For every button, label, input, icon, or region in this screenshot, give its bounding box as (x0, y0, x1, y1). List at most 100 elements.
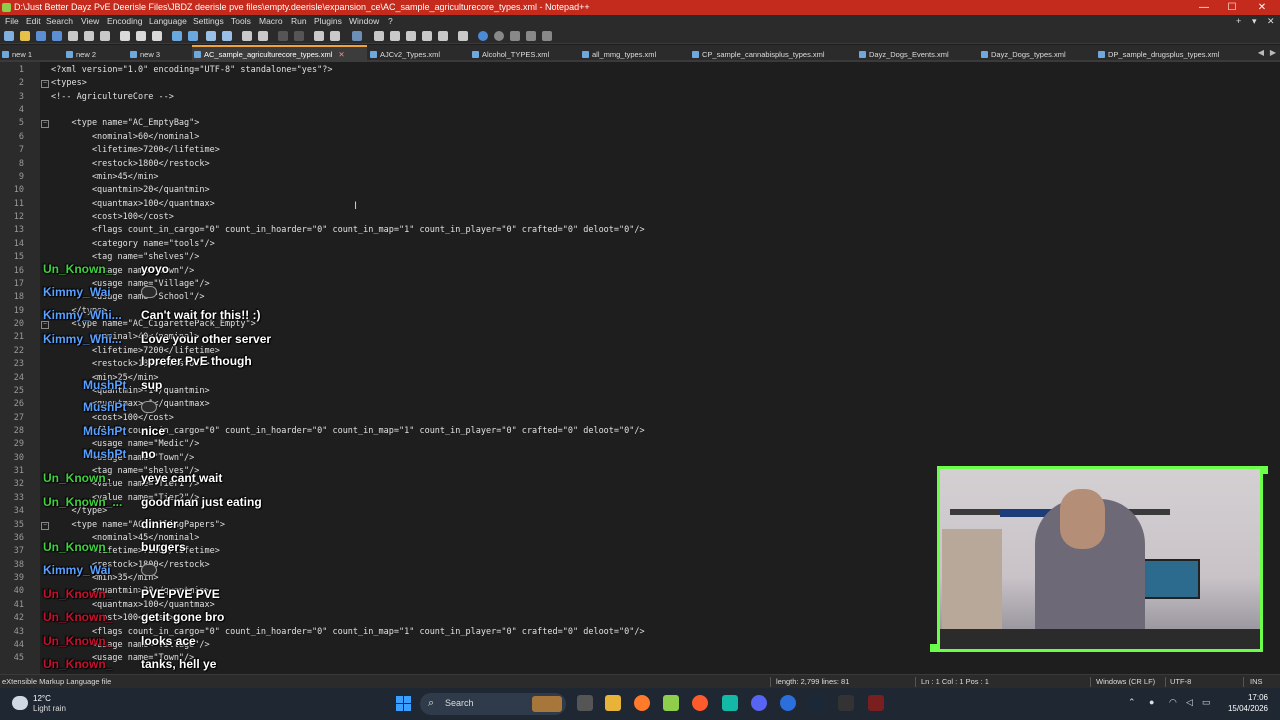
maximize-button[interactable]: ☐ (1218, 0, 1246, 15)
menu-file[interactable]: File (5, 15, 19, 28)
start-button[interactable] (396, 696, 412, 712)
paste-icon[interactable] (152, 31, 162, 41)
tab-dayz-dogs-types[interactable]: Dayz_Dogs_types.xml (979, 47, 1095, 62)
weather-cloud-icon[interactable] (12, 696, 28, 710)
menu-tools[interactable]: Tools (231, 15, 251, 28)
code-line[interactable]: <nominal>60</nominal> (51, 132, 199, 142)
code-line[interactable]: <restock>1800</restock> (51, 159, 210, 169)
code-line[interactable]: <type name="AC_RollingPapers"> (51, 520, 225, 530)
tray-overflow-icon[interactable]: ⌃ (1128, 697, 1136, 708)
cut-icon[interactable] (120, 31, 130, 41)
tab-new-3[interactable]: new 3 (128, 47, 190, 62)
open-file-icon[interactable] (20, 31, 30, 41)
macro-play-icon[interactable] (478, 31, 488, 41)
file-explorer-icon[interactable] (605, 695, 621, 711)
code-line[interactable]: <!-- AgricultureCore --> (51, 92, 174, 102)
app-green-icon[interactable] (722, 695, 738, 711)
close-all-icon[interactable] (84, 31, 94, 41)
steam-icon[interactable] (809, 695, 825, 711)
undo-icon[interactable] (172, 31, 182, 41)
fold-toggle-icon[interactable]: − (41, 321, 49, 330)
macro-run-icon[interactable] (510, 31, 520, 41)
code-line[interactable]: <lifetime>7200</lifetime> (51, 145, 220, 155)
code-line[interactable]: <category name="tools"/> (51, 239, 215, 249)
tab-scroll-right-icon[interactable]: ▶ (1268, 48, 1278, 58)
redo-icon[interactable] (188, 31, 198, 41)
code-line[interactable]: <cost>100</cost> (51, 212, 174, 222)
firefox-2-icon[interactable] (692, 695, 708, 711)
new-file-icon[interactable] (4, 31, 14, 41)
status-insert-mode[interactable]: INS (1250, 675, 1263, 689)
dayz-icon[interactable] (838, 695, 854, 711)
taskbar-clock[interactable]: 17:06 (1222, 693, 1268, 702)
show-symbols-icon[interactable] (330, 31, 340, 41)
notepadpp-taskbar-icon[interactable] (663, 695, 679, 711)
menu-window[interactable]: Window (349, 15, 379, 28)
tab-alcohol-types[interactable]: Alcohol_TYPES.xml (470, 47, 580, 62)
firefox-icon[interactable] (634, 695, 650, 711)
code-line[interactable]: <tag name="shelves"/> (51, 252, 199, 262)
task-view-icon[interactable] (577, 695, 593, 711)
code-line[interactable]: <quantmin>-1</quantmin> (51, 386, 210, 396)
menu-help[interactable]: ? (388, 15, 393, 28)
wifi-icon[interactable]: ◠ (1169, 697, 1177, 708)
code-line[interactable]: <quantmax>100</quantmax> (51, 199, 215, 209)
save-all-icon[interactable] (52, 31, 62, 41)
code-line[interactable]: <min>45</min> (51, 172, 159, 182)
zoom-out-icon[interactable] (258, 31, 268, 41)
save-icon[interactable] (36, 31, 46, 41)
print-icon[interactable] (100, 31, 110, 41)
code-line[interactable]: <quantmax>100</quantmax> (51, 600, 215, 610)
volume-icon[interactable]: ◁ (1186, 697, 1193, 708)
code-line[interactable]: <type name="AC_EmptyBag"> (51, 118, 199, 128)
function-list-icon[interactable] (406, 31, 416, 41)
code-line[interactable]: <types> (51, 78, 87, 88)
code-line[interactable]: <quantmax>-1</quantmax> (51, 399, 210, 409)
fold-toggle-icon[interactable]: − (41, 80, 49, 89)
code-line[interactable]: <?xml version="1.0" encoding="UTF-8" sta… (51, 65, 332, 75)
tab-list-icon[interactable]: ▾ (1252, 15, 1257, 28)
tray-mic-icon[interactable]: ● (1149, 697, 1154, 707)
menu-language[interactable]: Language (149, 15, 187, 28)
code-line[interactable]: <cost>100</cost> (51, 413, 174, 423)
app-red-icon[interactable] (868, 695, 884, 711)
fold-toggle-icon[interactable]: − (41, 120, 49, 129)
menu-settings[interactable]: Settings (193, 15, 224, 28)
menu-search[interactable]: Search (46, 15, 73, 28)
menu-edit[interactable]: Edit (26, 15, 41, 28)
menu-view[interactable]: View (81, 15, 99, 28)
weather-temperature[interactable]: 12°C (33, 694, 51, 703)
tab-new-1[interactable]: new 1 (0, 47, 62, 62)
indent-guide-icon[interactable] (352, 31, 362, 41)
macro-multi-icon[interactable] (542, 31, 552, 41)
minimize-button[interactable]: — (1190, 0, 1218, 15)
macro-record-icon[interactable] (458, 31, 468, 41)
tab-dayz-dogs-events[interactable]: Dayz_Dogs_Events.xml (857, 47, 977, 62)
menu-encoding[interactable]: Encoding (107, 15, 142, 28)
menu-macro[interactable]: Macro (259, 15, 283, 28)
zoom-in-icon[interactable] (242, 31, 252, 41)
monitoring-icon[interactable] (438, 31, 448, 41)
lang-icon[interactable] (374, 31, 384, 41)
close-button[interactable]: ✕ (1248, 0, 1276, 15)
sync-v-icon[interactable] (278, 31, 288, 41)
tab-cp-sample-cannabisplus[interactable]: CP_sample_cannabisplus_types.xml (690, 47, 855, 62)
code-line[interactable]: <flags count_in_cargo="0" count_in_hoard… (51, 225, 645, 235)
tab-ajcv2-types[interactable]: AJCv2_Types.xml (368, 47, 468, 62)
menu-run[interactable]: Run (291, 15, 307, 28)
macro-save-icon[interactable] (526, 31, 536, 41)
discord-icon[interactable] (751, 695, 767, 711)
status-encoding[interactable]: UTF-8 (1170, 675, 1191, 689)
weather-description[interactable]: Light rain (33, 704, 66, 713)
taskbar-search[interactable]: ⌕ Search (420, 693, 566, 715)
battery-icon[interactable]: ▭ (1202, 697, 1211, 708)
find-icon[interactable] (206, 31, 216, 41)
new-tab-icon[interactable]: + (1236, 15, 1241, 28)
code-line[interactable]: <quantmin>20</quantmin> (51, 185, 210, 195)
sync-h-icon[interactable] (294, 31, 304, 41)
fold-toggle-icon[interactable]: − (41, 521, 49, 530)
obs-icon[interactable] (780, 695, 796, 711)
folder-workspace-icon[interactable] (422, 31, 432, 41)
copy-icon[interactable] (136, 31, 146, 41)
tab-all-mmg-types[interactable]: all_mmg_types.xml (580, 47, 690, 62)
